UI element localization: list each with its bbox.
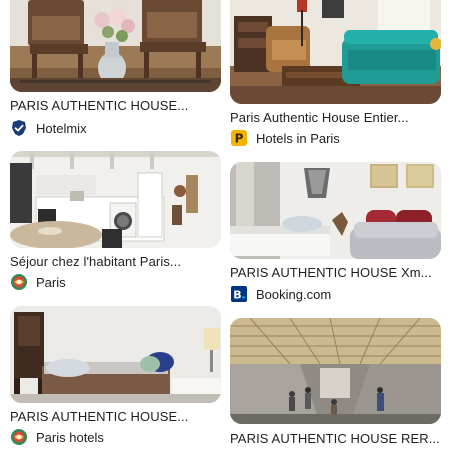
- result-title[interactable]: PARIS AUTHENTIC HOUSE...: [10, 409, 188, 424]
- result-thumbnail[interactable]: [230, 0, 441, 104]
- result-thumbnail[interactable]: [230, 162, 441, 259]
- svg-text:P: P: [235, 132, 244, 146]
- result-thumbnail[interactable]: [230, 318, 441, 424]
- source-name: Booking.com: [256, 286, 332, 302]
- globe-logo-icon: [10, 273, 28, 291]
- svg-text:B: B: [233, 289, 241, 302]
- result-source[interactable]: Hotelmix: [10, 119, 87, 137]
- booking-b-icon: B: [230, 285, 248, 303]
- result-title[interactable]: PARIS AUTHENTIC HOUSE RER...: [230, 431, 440, 446]
- source-name: Paris: [36, 274, 66, 290]
- result-title[interactable]: Paris Authentic House Entier...: [230, 110, 409, 125]
- verified-check-icon: [10, 119, 28, 137]
- result-title[interactable]: PARIS AUTHENTIC HOUSE...: [10, 98, 188, 113]
- result-thumbnail[interactable]: [10, 0, 221, 92]
- result-thumbnail[interactable]: [10, 151, 221, 248]
- result-source[interactable]: B Booking.com: [230, 285, 331, 303]
- source-name: Hotels in Paris: [256, 130, 340, 146]
- source-name: Paris hotels: [36, 429, 104, 445]
- result-title[interactable]: Séjour chez l'habitant Paris...: [10, 254, 181, 269]
- source-name: Hotelmix: [36, 120, 87, 136]
- result-title[interactable]: PARIS AUTHENTIC HOUSE Xm...: [230, 265, 432, 280]
- result-source[interactable]: Paris hotels: [10, 428, 104, 446]
- p-logo-icon: P: [230, 129, 248, 147]
- result-source[interactable]: Paris: [10, 273, 66, 291]
- result-source[interactable]: P Hotels in Paris: [230, 129, 340, 147]
- globe-logo-icon: [10, 428, 28, 446]
- result-thumbnail[interactable]: [10, 306, 221, 403]
